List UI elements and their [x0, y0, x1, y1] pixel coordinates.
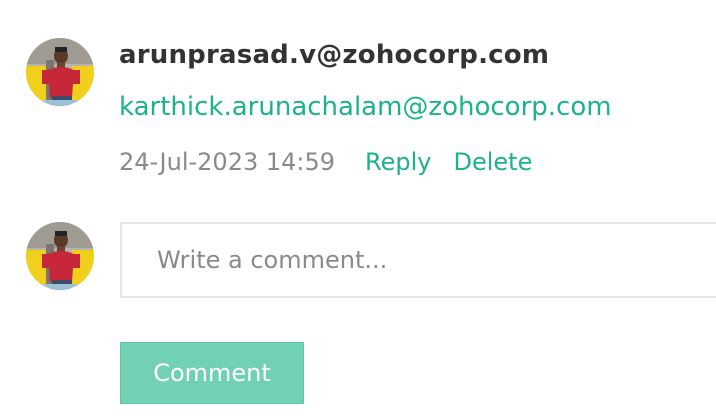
current-user-avatar [26, 222, 94, 290]
comment-author: arunprasad.v@zohocorp.com [119, 40, 550, 70]
avatar-photo-icon [26, 38, 94, 106]
comment-submit-button[interactable]: Comment [120, 342, 304, 404]
delete-link[interactable]: Delete [454, 148, 533, 176]
comment-author-avatar [26, 38, 94, 106]
reply-link[interactable]: Reply [365, 148, 431, 176]
comment-meta: 24-Jul-2023 14:59 Reply Delete [119, 148, 532, 176]
comment-timestamp: 24-Jul-2023 14:59 [119, 148, 336, 176]
avatar-photo-icon [26, 222, 94, 290]
comment-input-container [120, 222, 716, 298]
comment-text-mention[interactable]: karthick.arunachalam@zohocorp.com [119, 92, 612, 122]
comment-input[interactable] [122, 224, 716, 296]
